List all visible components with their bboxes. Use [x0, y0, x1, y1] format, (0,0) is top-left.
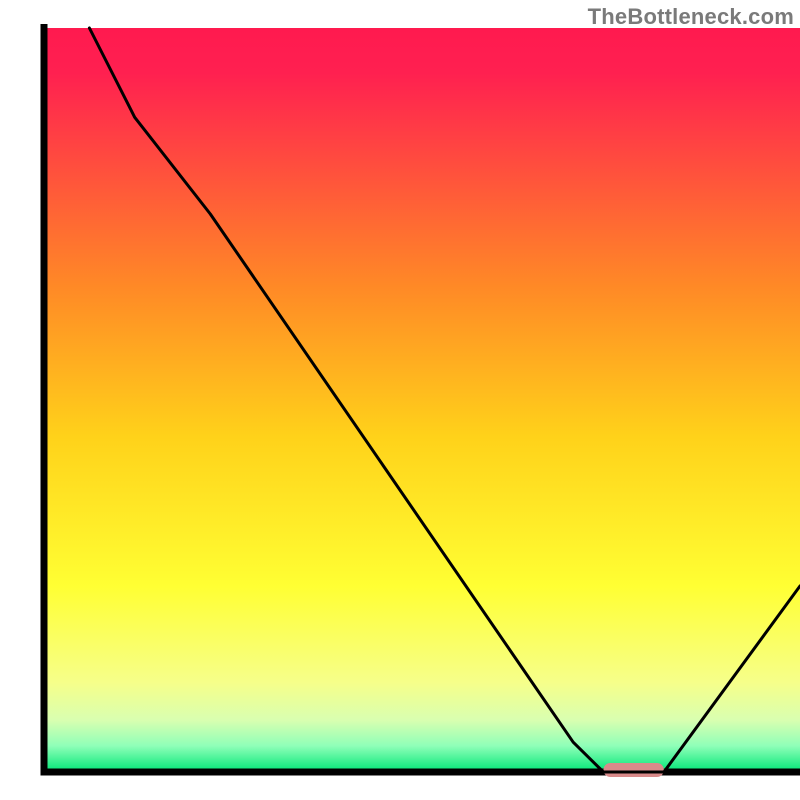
plot-background — [44, 28, 800, 772]
watermark-text: TheBottleneck.com — [588, 4, 794, 30]
chart-container: TheBottleneck.com — [0, 0, 800, 800]
optimal-range-marker — [603, 763, 663, 777]
bottleneck-chart — [0, 0, 800, 800]
